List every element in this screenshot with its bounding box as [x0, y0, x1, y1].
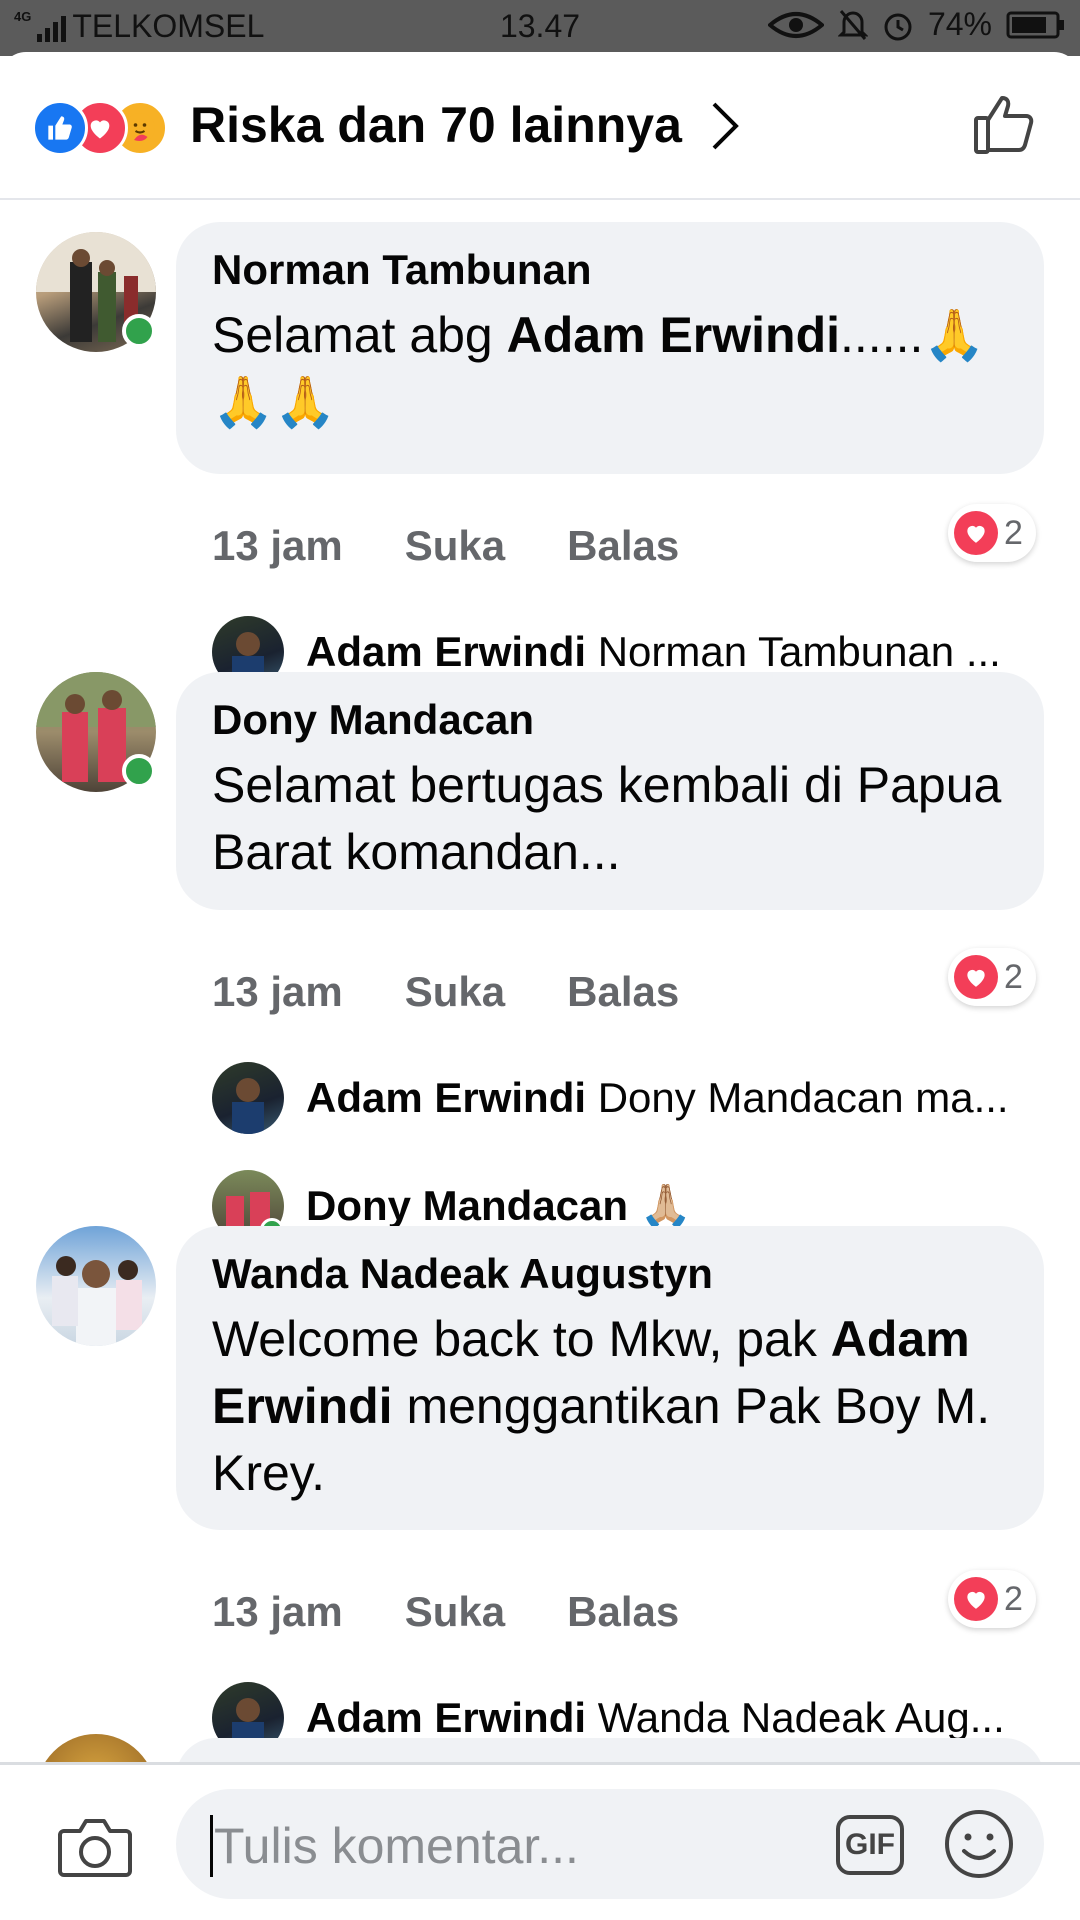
alarm-icon	[884, 13, 912, 40]
reply-author[interactable]: Adam Erwindi	[306, 628, 586, 675]
like-button-icon[interactable]	[972, 92, 1036, 156]
comment-actions: 13 jam Suka Balas	[212, 522, 679, 570]
comment-text: Selamat bertugas kembali di Papua Barat …	[212, 757, 1002, 880]
comment-bubble[interactable]: Norman Tambunan Selamat abg Adam Erwindi…	[176, 222, 1044, 474]
comment-bubble[interactable]: Wanda Nadeak Augustyn Welcome back to Mk…	[176, 1226, 1044, 1530]
comment-time: 13 jam	[212, 968, 343, 1015]
camera-icon[interactable]	[58, 1813, 132, 1879]
mention-link[interactable]: Adam Erwindi	[507, 307, 840, 363]
bell-off-icon	[837, 9, 868, 40]
comment-text: Selamat abg Adam Erwindi......🙏🙏🙏	[212, 307, 986, 430]
reply-preview[interactable]: Adam Erwindi Dony Mandacan ma...	[212, 1062, 1052, 1134]
comment-reaction-count[interactable]: 2	[948, 1570, 1036, 1628]
reply-action-button[interactable]: Balas	[567, 968, 679, 1016]
reply-author[interactable]: Adam Erwindi	[306, 1694, 586, 1741]
avatar	[212, 1062, 284, 1134]
love-icon	[954, 955, 998, 999]
like-action-button[interactable]: Suka	[405, 1588, 505, 1636]
reply-author[interactable]: Dony Mandacan	[306, 1182, 628, 1229]
battery-percent: 74%	[927, 6, 992, 42]
reaction-count: 2	[1004, 513, 1023, 552]
like-action-button[interactable]: Suka	[405, 968, 505, 1016]
emoji-icon[interactable]	[942, 1807, 1016, 1881]
comment-time: 13 jam	[212, 1588, 343, 1635]
status-right: 74%	[767, 6, 1066, 43]
love-icon	[954, 1577, 998, 1621]
comment-text: Welcome back to Mkw, pak Adam Erwindi me…	[212, 1311, 991, 1501]
reply-text: Adam Erwindi Wanda Nadeak Aug...	[306, 1694, 1005, 1741]
comment-reaction-count[interactable]: 2	[948, 504, 1036, 562]
reaction-count: 2	[1004, 1579, 1023, 1618]
comment-author[interactable]: Norman Tambunan	[212, 244, 1008, 296]
gif-button[interactable]: GIF	[836, 1815, 904, 1875]
reaction-icons	[32, 100, 182, 156]
comment-bubble[interactable]: Dony Mandacan Selamat bertugas kembali d…	[176, 672, 1044, 910]
like-action-button[interactable]: Suka	[405, 522, 505, 570]
comment-time: 13 jam	[212, 522, 343, 569]
comment-author[interactable]: Wanda Nadeak Augustyn	[212, 1248, 1008, 1300]
status-bar: 4G TELKOMSEL 13.47 74%	[0, 0, 1080, 56]
online-indicator	[122, 314, 156, 348]
chevron-right-icon[interactable]	[708, 100, 740, 152]
reaction-summary-bar[interactable]: Riska dan 70 lainnya	[0, 52, 1080, 200]
comment-input-placeholder: Tulis komentar...	[214, 1818, 579, 1874]
avatar[interactable]	[36, 1226, 156, 1346]
comment-input[interactable]: Tulis komentar... GIF	[176, 1789, 1044, 1899]
comment-author[interactable]: Dony Mandacan	[212, 694, 1008, 746]
reply-text: Adam Erwindi Norman Tambunan ...	[306, 628, 1001, 675]
online-indicator	[122, 754, 156, 788]
reaction-count: 2	[1004, 957, 1023, 996]
like-icon	[32, 100, 88, 156]
eye-icon	[767, 11, 824, 38]
love-icon	[954, 511, 998, 555]
comment-actions: 13 jam Suka Balas	[212, 968, 679, 1016]
reply-action-button[interactable]: Balas	[567, 522, 679, 570]
reply-text: Dony Mandacan 🙏🏼	[306, 1182, 693, 1229]
reply-text: Adam Erwindi Dony Mandacan ma...	[306, 1074, 1009, 1121]
text-caret	[210, 1815, 213, 1877]
reply-action-button[interactable]: Balas	[567, 1588, 679, 1636]
comment-reaction-count[interactable]: 2	[948, 948, 1036, 1006]
comments-sheet: Riska dan 70 lainnya Norman Tambunan Sel…	[0, 52, 1080, 1920]
battery-icon	[1006, 11, 1064, 38]
reaction-summary-text[interactable]: Riska dan 70 lainnya	[190, 96, 682, 154]
comment-actions: 13 jam Suka Balas	[212, 1588, 679, 1636]
reply-author[interactable]: Adam Erwindi	[306, 1074, 586, 1121]
comment-composer: Tulis komentar... GIF	[0, 1762, 1080, 1920]
